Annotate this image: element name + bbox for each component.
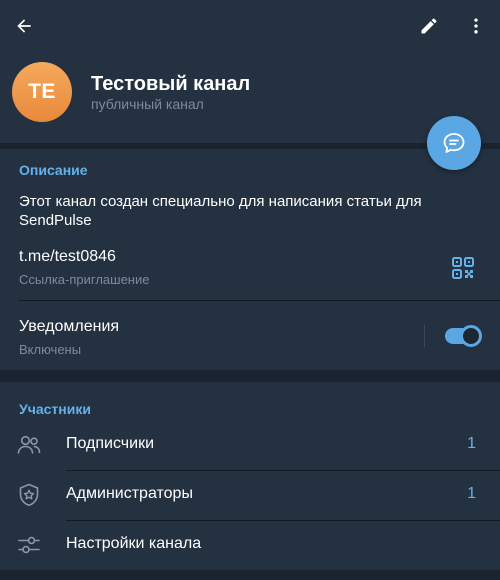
invite-link[interactable]: t.me/test0846 (19, 248, 116, 266)
channel-settings-label: Настройки канала (66, 535, 202, 552)
toggle-knob (460, 325, 482, 347)
more-vert-icon (474, 18, 478, 34)
back-arrow-icon (17, 19, 31, 33)
administrators-count: 1 (467, 485, 476, 502)
discussion-fab[interactable] (427, 116, 481, 170)
channel-type: публичный канал (91, 96, 204, 112)
channel-description: Этот канал создан специально для написан… (19, 193, 422, 229)
qr-code-icon (452, 257, 474, 279)
sliders-icon (18, 536, 40, 554)
channel-title: Тестовый канал (91, 73, 251, 95)
channel-header: TE Тестовый канал публичный канал (0, 0, 500, 143)
shield-star-icon (19, 483, 39, 506)
invite-link-label: Ссылка-приглашение (19, 272, 150, 287)
people-icon (17, 435, 41, 454)
bottom-gap (0, 570, 500, 580)
section-gap (0, 370, 500, 382)
back-button[interactable] (8, 10, 40, 42)
notifications-status: Включены (19, 342, 82, 357)
subscribers-count: 1 (467, 435, 476, 452)
chat-bubble-icon (443, 133, 465, 153)
administrators-row[interactable]: Администраторы 1 (0, 470, 500, 520)
qr-code-button[interactable] (450, 255, 476, 281)
more-menu-button[interactable] (460, 10, 492, 42)
divider (19, 300, 500, 301)
description-heading: Описание (19, 162, 88, 178)
members-heading: Участники (19, 401, 91, 417)
edit-button[interactable] (413, 10, 445, 42)
subscribers-label: Подписчики (66, 435, 155, 452)
pencil-icon (421, 18, 437, 34)
channel-settings-row[interactable]: Настройки канала (0, 520, 500, 570)
channel-avatar[interactable]: TE (12, 62, 72, 122)
notifications-toggle[interactable] (445, 325, 482, 347)
vertical-separator (424, 325, 425, 347)
subscribers-row[interactable]: Подписчики 1 (0, 420, 500, 470)
notifications-label: Уведомления (19, 318, 120, 335)
administrators-label: Администраторы (66, 485, 193, 502)
section-gap (0, 143, 500, 149)
